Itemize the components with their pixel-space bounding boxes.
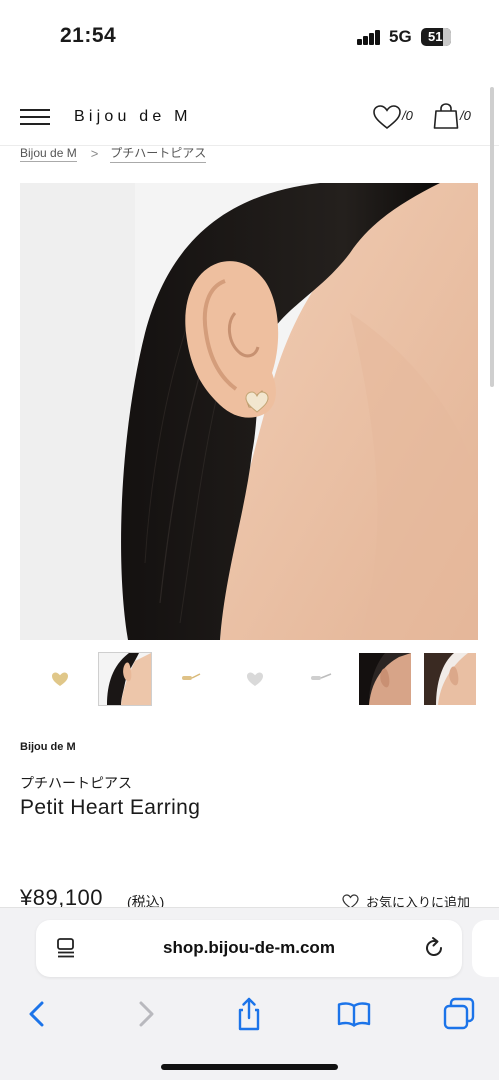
signal-strength-icon xyxy=(357,30,383,45)
breadcrumb: Bijou de M > プチハートピアス xyxy=(20,144,207,163)
product-main-image[interactable] xyxy=(20,183,478,640)
breadcrumb-home-link[interactable]: Bijou de M xyxy=(20,146,77,162)
product-brand: Bijou de M xyxy=(20,741,76,753)
share-icon[interactable] xyxy=(231,996,267,1032)
tabs-icon[interactable] xyxy=(441,996,477,1032)
home-indicator xyxy=(161,1064,338,1070)
favorites-count: /0 xyxy=(402,108,413,123)
reload-icon[interactable] xyxy=(422,936,446,960)
back-icon[interactable] xyxy=(20,996,56,1032)
network-type: 5G xyxy=(389,27,412,46)
status-bar: 21:54 5G 51 xyxy=(0,0,499,72)
status-time: 21:54 xyxy=(60,24,117,47)
site-header: Bijou de M /0 /0 xyxy=(0,88,499,146)
thumbnail-model-closeup[interactable] xyxy=(424,653,476,705)
thumbnail-gold-side[interactable] xyxy=(164,653,216,705)
forward-icon[interactable] xyxy=(127,996,163,1032)
thumbnail-strip xyxy=(20,652,480,707)
cart-count: /0 xyxy=(460,108,471,123)
product-title-en: Petit Heart Earring xyxy=(20,796,201,819)
thumbnail-silver-heart[interactable] xyxy=(229,653,281,705)
url-text: shop.bijou-de-m.com xyxy=(163,938,335,957)
battery-level: 51 xyxy=(428,29,443,44)
shopping-bag-icon[interactable] xyxy=(433,102,459,130)
heart-icon[interactable] xyxy=(372,104,402,130)
brand-logo[interactable]: Bijou de M xyxy=(74,108,192,126)
thumbnail-model-ear[interactable] xyxy=(98,652,152,706)
breadcrumb-current-link[interactable]: プチハートピアス xyxy=(110,144,207,163)
product-title-jp: プチハートピアス xyxy=(20,775,132,791)
battery-icon: 51 xyxy=(421,28,451,46)
menu-icon[interactable] xyxy=(20,109,50,127)
browser-chrome: shop.bijou-de-m.com xyxy=(0,907,499,1080)
breadcrumb-separator: > xyxy=(90,146,99,161)
thumbnail-model-dark[interactable] xyxy=(359,653,411,705)
scroll-indicator xyxy=(490,87,494,387)
bookmarks-icon[interactable] xyxy=(336,996,372,1032)
address-bar[interactable]: shop.bijou-de-m.com xyxy=(36,920,462,977)
thumbnail-gold-heart[interactable] xyxy=(34,653,86,705)
thumbnail-silver-side[interactable] xyxy=(294,653,346,705)
next-tab-preview[interactable] xyxy=(472,920,499,977)
